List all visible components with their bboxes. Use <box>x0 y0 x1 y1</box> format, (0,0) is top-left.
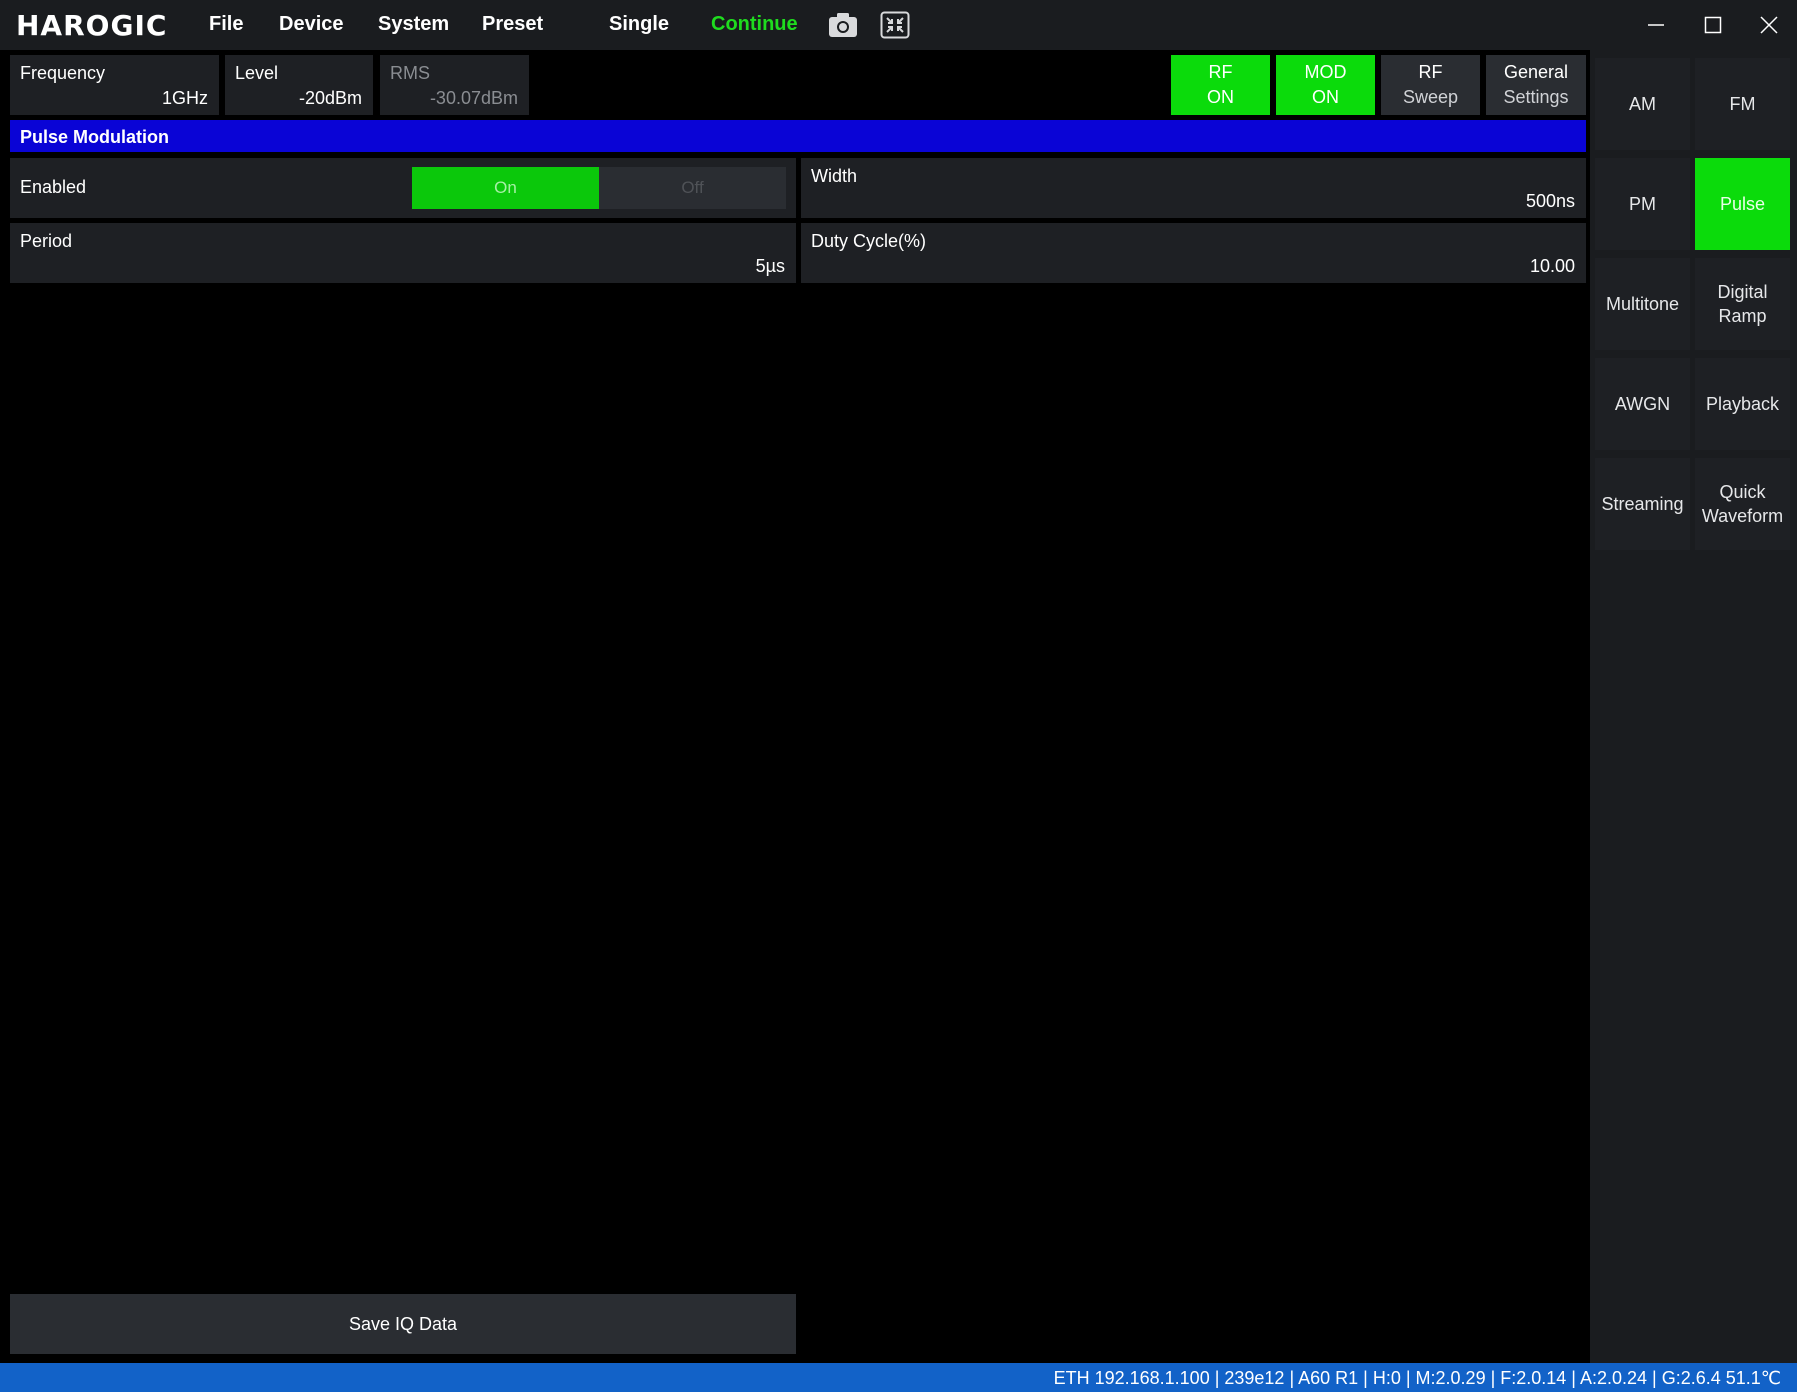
mode-streaming[interactable]: Streaming <box>1595 458 1690 550</box>
maximize-icon[interactable] <box>1696 8 1730 42</box>
general-settings-button[interactable]: General Settings <box>1486 55 1586 115</box>
title-bar: HAROGIC File Device System Preset Single… <box>0 0 1797 50</box>
status-text: ETH 192.168.1.100 | 239e12 | A60 R1 | H:… <box>1053 1368 1781 1388</box>
rf-on-button[interactable]: RF ON <box>1171 55 1270 115</box>
duty-cycle-value: 10.00 <box>1529 256 1575 276</box>
rf-sweep-line1: RF <box>1418 62 1443 82</box>
rf-on-line1: RF <box>1208 62 1233 82</box>
collapse-icon[interactable] <box>880 11 910 39</box>
mode-panel: AM FM PM Pulse Multitone Digital Ramp AW… <box>1590 50 1797 1363</box>
mode-quick-waveform[interactable]: Quick Waveform <box>1695 458 1790 550</box>
mod-on-button[interactable]: MOD ON <box>1276 55 1375 115</box>
mode-pulse[interactable]: Pulse <box>1695 158 1790 250</box>
enabled-off-button[interactable]: Off <box>599 167 786 209</box>
continue-button[interactable]: Continue <box>711 13 798 36</box>
mode-digital-ramp[interactable]: Digital Ramp <box>1695 258 1790 350</box>
mode-awgn[interactable]: AWGN <box>1595 358 1690 450</box>
single-button[interactable]: Single <box>609 13 669 36</box>
save-iq-data-button[interactable]: Save IQ Data <box>10 1294 796 1354</box>
period-field[interactable]: Period 5µs <box>10 223 796 283</box>
level-value: -20dBm <box>298 88 362 108</box>
app-logo: HAROGIC <box>16 9 168 42</box>
rf-sweep-button[interactable]: RF Sweep <box>1381 55 1480 115</box>
width-field[interactable]: Width 500ns <box>801 158 1586 218</box>
level-field[interactable]: Level -20dBm <box>225 55 373 115</box>
period-value: 5µs <box>755 256 785 276</box>
mode-playback[interactable]: Playback <box>1695 358 1790 450</box>
mode-fm[interactable]: FM <box>1695 58 1790 150</box>
level-label: Level <box>235 63 279 83</box>
menu-preset[interactable]: Preset <box>482 13 543 36</box>
duty-cycle-field[interactable]: Duty Cycle(%) 10.00 <box>801 223 1586 283</box>
rms-label: RMS <box>390 63 430 83</box>
rms-value: -30.07dBm <box>429 88 518 108</box>
mod-on-line2: ON <box>1312 87 1339 107</box>
period-label: Period <box>20 231 73 251</box>
mode-pm[interactable]: PM <box>1595 158 1690 250</box>
general-settings-line2: Settings <box>1503 87 1569 107</box>
mode-multitone[interactable]: Multitone <box>1595 258 1690 350</box>
enabled-label: Enabled <box>20 177 87 197</box>
rf-on-line2: ON <box>1207 87 1234 107</box>
frequency-label: Frequency <box>20 63 106 83</box>
enabled-row: Enabled On Off <box>10 158 796 218</box>
width-label: Width <box>811 166 858 186</box>
mode-am[interactable]: AM <box>1595 58 1690 150</box>
duty-cycle-label: Duty Cycle(%) <box>811 231 927 251</box>
frequency-value: 1GHz <box>161 88 208 108</box>
status-bar: ETH 192.168.1.100 | 239e12 | A60 R1 | H:… <box>0 1363 1797 1392</box>
camera-icon[interactable] <box>828 11 858 39</box>
section-header: Pulse Modulation <box>10 120 1586 152</box>
frequency-field[interactable]: Frequency 1GHz <box>10 55 219 115</box>
general-settings-line1: General <box>1503 62 1569 82</box>
width-value: 500ns <box>1525 191 1575 211</box>
mod-on-line1: MOD <box>1304 62 1347 82</box>
enabled-on-button[interactable]: On <box>412 167 599 209</box>
menu-file[interactable]: File <box>209 13 243 36</box>
close-icon[interactable] <box>1752 8 1786 42</box>
menu-system[interactable]: System <box>378 13 449 36</box>
menu-device[interactable]: Device <box>279 13 344 36</box>
rms-field: RMS -30.07dBm <box>380 55 529 115</box>
rf-sweep-line2: Sweep <box>1402 87 1459 107</box>
minimize-icon[interactable] <box>1639 8 1673 42</box>
